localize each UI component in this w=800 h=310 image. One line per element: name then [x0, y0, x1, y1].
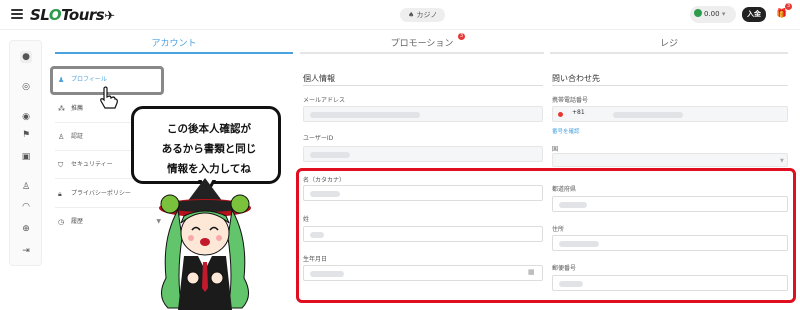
- radio-icon[interactable]: ◉: [20, 111, 32, 123]
- phone-country-code: +81: [572, 109, 585, 116]
- phone-label: 携帯電話番号: [552, 97, 589, 104]
- gift-badge: 3: [785, 3, 792, 10]
- globe-icon[interactable]: ⊕: [20, 223, 32, 235]
- menu-item-label: プライバシーポリシー: [71, 190, 131, 197]
- speech-bubble: この後本人確認が あるから書類と同じ 情報を入力してね: [131, 106, 281, 184]
- menu-item-label: 推薦: [71, 105, 84, 112]
- contact-title: 問い合わせ先: [552, 74, 600, 83]
- gift-sidebar-icon[interactable]: ▣: [20, 151, 32, 163]
- person-check-icon: ♙: [58, 133, 65, 141]
- tab-promotion[interactable]: プロモーション: [300, 36, 544, 49]
- logo[interactable]: SLOTours✈: [30, 6, 115, 24]
- pointer-hand-icon: [100, 86, 118, 109]
- chip-icon[interactable]: ◎: [20, 81, 32, 93]
- phone-confirm-link[interactable]: 番号を確認: [552, 127, 580, 135]
- tab-account-underline: [55, 52, 293, 54]
- menu-divider: [55, 207, 163, 208]
- menu-icon[interactable]: [11, 9, 23, 19]
- userid-label: ユーザーID: [303, 135, 334, 142]
- person-icon[interactable]: ♙: [20, 181, 32, 193]
- menu-item-label: 履歴: [71, 218, 84, 225]
- required-fields-highlight: [296, 168, 796, 303]
- menu-item-label: セキュリティー: [71, 161, 113, 168]
- profile-icon[interactable]: ●: [20, 51, 32, 63]
- menu-item-label: 認証: [71, 133, 84, 140]
- gift-icon[interactable]: 🎁 3: [776, 3, 792, 19]
- country-label: 国: [552, 146, 559, 153]
- personal-info-title: 個人情報: [303, 74, 335, 83]
- chevron-down-icon: ▾: [721, 10, 726, 18]
- left-sidebar: ● ◎ ◉ ⚑ ▣ ♙ ◠ ⊕ ⇥: [9, 40, 42, 266]
- balance-value: 0.00: [704, 10, 720, 18]
- balance-dropdown[interactable]: 0.00 ▾: [690, 6, 736, 23]
- group-icon: ⁂: [58, 105, 65, 113]
- phone-field[interactable]: [552, 106, 788, 122]
- menu-item-privacy[interactable]: 🔒︎ プライバシーポリシー: [55, 186, 163, 202]
- coin-icon: [694, 9, 702, 17]
- logout-icon[interactable]: ⇥: [20, 245, 32, 257]
- email-field[interactable]: [303, 106, 543, 122]
- mascot-character-illustration: [159, 178, 251, 310]
- casino-label: カジノ: [416, 11, 438, 19]
- section-divider: [303, 85, 543, 86]
- tab-promotion-underline: [300, 52, 544, 54]
- headset-icon[interactable]: ◠: [20, 201, 32, 213]
- menu-item-history[interactable]: ◷ 履歴 ▼: [55, 214, 163, 230]
- top-bar: SLOTours✈ ♠ カジノ 0.00 ▾ 入金 🎁 3: [0, 0, 800, 30]
- section-divider: [552, 85, 788, 86]
- flag-icon[interactable]: ⚑: [20, 129, 32, 141]
- promotion-badge: 3: [458, 33, 465, 40]
- tab-register[interactable]: レジ: [550, 36, 788, 49]
- email-label: メールアドレス: [303, 97, 346, 104]
- clock-icon: ◷: [58, 218, 65, 226]
- chevron-down-icon: ▼: [780, 158, 784, 164]
- bubble-text-line3: 情報を入力してね: [167, 163, 251, 175]
- bubble-text-line1: この後本人確認が: [167, 123, 251, 135]
- userid-field[interactable]: [303, 146, 543, 162]
- shield-icon: ⛉: [58, 161, 64, 169]
- japan-flag-icon[interactable]: [558, 112, 563, 117]
- tab-account[interactable]: アカウント: [55, 36, 293, 49]
- country-select[interactable]: [552, 153, 788, 167]
- tab-register-underline: [550, 52, 788, 54]
- casino-toggle[interactable]: ♠ カジノ: [400, 8, 446, 22]
- lock-icon: 🔒︎: [58, 190, 62, 198]
- deposit-button[interactable]: 入金: [742, 7, 766, 22]
- bubble-text-line2: あるから書類と同じ: [161, 143, 257, 155]
